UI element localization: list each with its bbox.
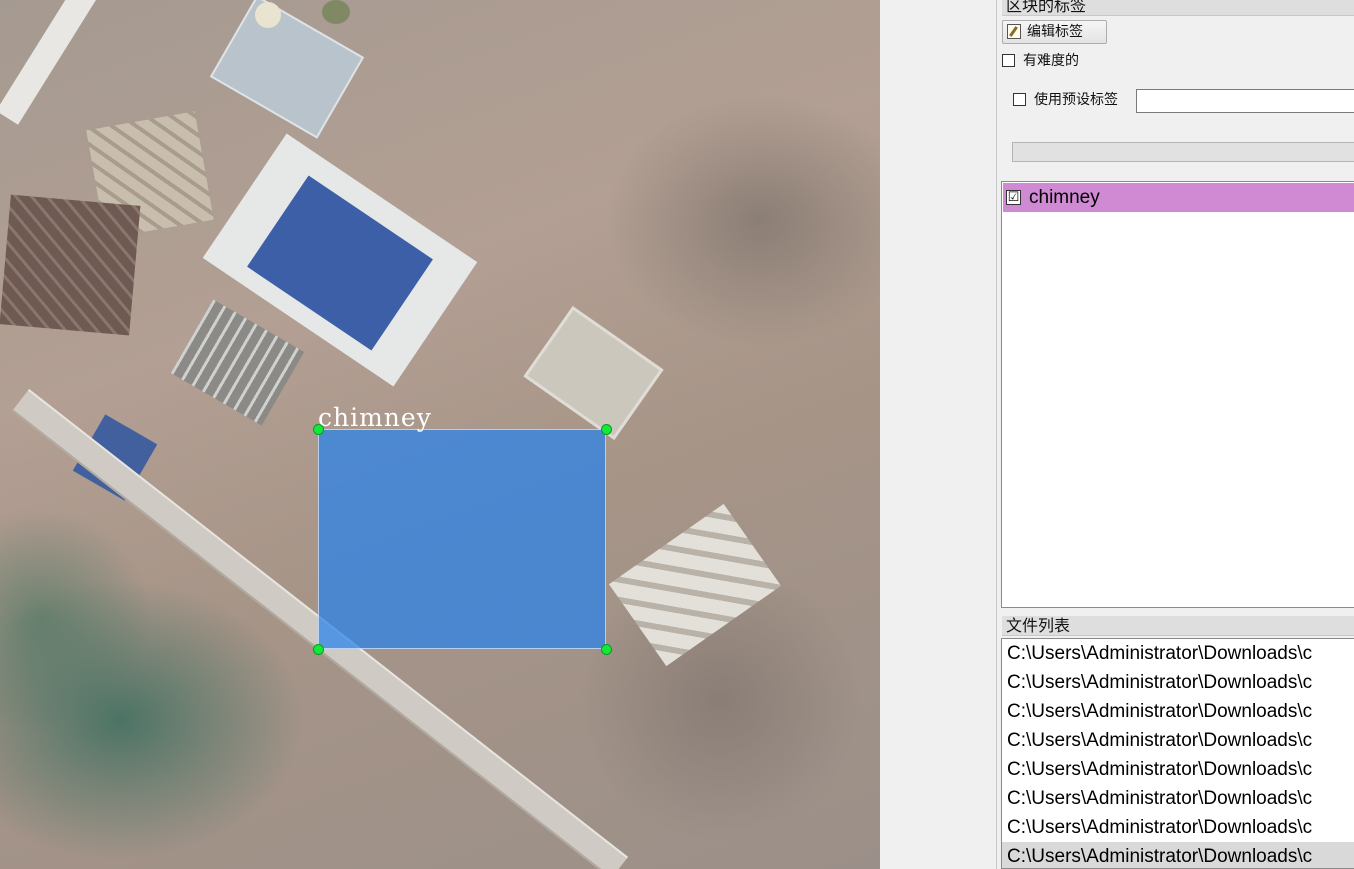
white-blocks	[608, 503, 782, 667]
bbox-handle-top-right[interactable]	[601, 424, 612, 435]
label-list-item[interactable]: ☑ chimney	[1003, 183, 1354, 212]
scaffold-structure	[170, 299, 305, 426]
tank-top-1	[255, 2, 281, 28]
bbox-handle-top-left[interactable]	[313, 424, 324, 435]
canvas-margin	[880, 0, 996, 869]
tank-top-2	[322, 0, 350, 24]
difficult-checkbox-label: 有难度的	[1023, 53, 1079, 69]
label-list[interactable]: ☑ chimney	[1001, 181, 1354, 608]
road-top-left	[0, 0, 125, 125]
pit	[523, 305, 664, 441]
file-list-item[interactable]: C:\Users\Administrator\Downloads\c	[1002, 668, 1354, 697]
image-canvas[interactable]: chimney	[0, 0, 880, 869]
edit-icon	[1007, 24, 1021, 39]
use-preset-checkbox-label: 使用预设标签	[1034, 92, 1118, 108]
box-labels-dock-title: 区块的标签	[1002, 0, 1354, 16]
bbox-handle-bottom-right[interactable]	[601, 644, 612, 655]
edit-label-button-text: 编辑标签	[1027, 24, 1083, 40]
label-item-checkbox[interactable]: ☑	[1006, 190, 1021, 205]
difficult-checkbox[interactable]	[1002, 54, 1015, 67]
use-preset-checkbox[interactable]	[1013, 93, 1026, 106]
file-list-item-selected[interactable]: C:\Users\Administrator\Downloads\c	[1002, 842, 1354, 868]
file-list-item[interactable]: C:\Users\Administrator\Downloads\c	[1002, 784, 1354, 813]
file-list-item[interactable]: C:\Users\Administrator\Downloads\c	[1002, 697, 1354, 726]
edit-label-button[interactable]: 编辑标签	[1002, 20, 1107, 44]
bounding-box[interactable]	[318, 429, 606, 649]
preset-label-combobox[interactable]	[1012, 142, 1354, 162]
file-list-item[interactable]: C:\Users\Administrator\Downloads\c	[1002, 726, 1354, 755]
preset-label-input[interactable]	[1136, 89, 1354, 113]
file-list-dock-title: 文件列表	[1002, 616, 1354, 636]
file-list-item[interactable]: C:\Users\Administrator\Downloads\c	[1002, 755, 1354, 784]
file-list-item[interactable]: C:\Users\Administrator\Downloads\c	[1002, 813, 1354, 842]
label-item-text: chimney	[1029, 187, 1100, 208]
file-list[interactable]: C:\Users\Administrator\Downloads\c C:\Us…	[1001, 638, 1354, 869]
bounding-box-label: chimney	[318, 403, 432, 432]
dark-sheds	[0, 194, 141, 336]
file-list-item[interactable]: C:\Users\Administrator\Downloads\c	[1002, 639, 1354, 668]
bbox-handle-bottom-left[interactable]	[313, 644, 324, 655]
